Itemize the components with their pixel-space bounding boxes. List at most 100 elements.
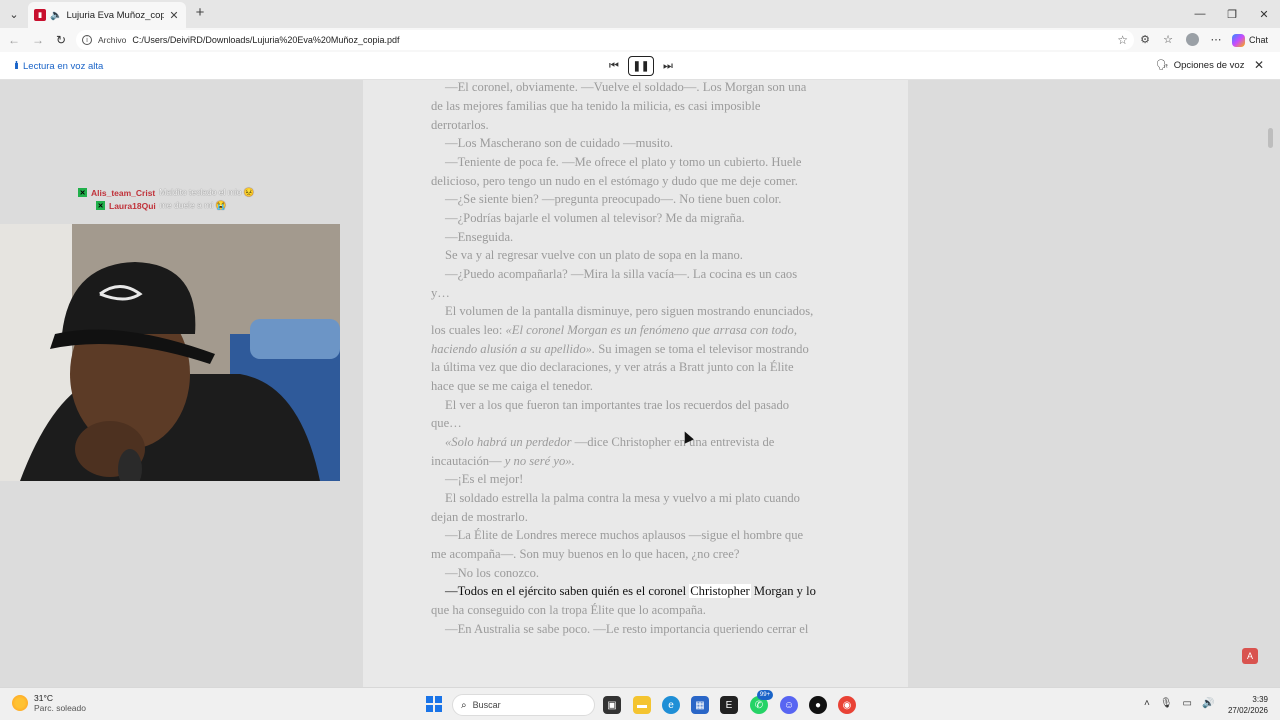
doc-line: incautación— y no seré yo».: [431, 454, 575, 469]
tab-list-icon[interactable]: ⌄: [4, 4, 24, 24]
windows-icon[interactable]: [426, 696, 442, 712]
chat-label: Chat: [1249, 35, 1269, 45]
read-aloud-icon: ıllı: [14, 60, 19, 72]
doc-line: El ver a los que fueron tan importantes …: [445, 398, 790, 412]
doc-fragment: incautación—: [431, 454, 502, 468]
doc-line: —En Australia se sabe poco. —Le resto im…: [445, 622, 809, 636]
file-explorer-icon[interactable]: ▬: [633, 696, 651, 714]
chat-text: Maldito teclado el mio 😣: [159, 187, 255, 197]
doc-line: —Teniente de poca fe. —Me ofrece el plat…: [445, 155, 802, 169]
edge-icon[interactable]: e: [662, 696, 680, 714]
read-aloud-bar: ıllı Lectura en voz alta ⏮ ❚❚ ⏭ 🗣 Opcion…: [0, 52, 1280, 80]
chat-text: me duele a mi 😭: [159, 200, 227, 210]
store-icon[interactable]: ▦: [691, 696, 709, 714]
next-icon[interactable]: ⏭: [660, 58, 676, 74]
chrome-icon[interactable]: ◉: [838, 696, 856, 714]
epic-games-icon[interactable]: E: [720, 696, 738, 714]
favorites-icon[interactable]: ☆: [1161, 33, 1175, 46]
doc-line: que…: [431, 416, 462, 430]
clock[interactable]: 3:39 27/02/2026: [1226, 694, 1268, 716]
close-window-icon[interactable]: ✕: [1248, 0, 1280, 28]
acrobat-icon[interactable]: A: [1242, 648, 1258, 664]
doc-line: —El coronel, obviamente. —Vuelve el sold…: [445, 80, 807, 94]
forward-icon[interactable]: →: [30, 32, 46, 48]
pause-icon[interactable]: ❚❚: [628, 56, 654, 76]
doc-line: hace que se me caiga el tenedor.: [431, 379, 593, 393]
discord-icon[interactable]: ☺: [780, 696, 798, 714]
chat-message: ✕ Laura18Qui me duele a mi 😭: [96, 199, 254, 212]
refresh-icon[interactable]: ↻: [53, 32, 69, 48]
star-icon[interactable]: ☆: [1117, 33, 1128, 47]
doc-line: —¿Se siente bien? —pregunta preocupado—.…: [445, 192, 782, 206]
address-label: Archivo: [98, 35, 127, 45]
restore-icon[interactable]: ❐: [1216, 0, 1248, 28]
doc-fragment-italic: «Solo habrá un perdedor: [445, 435, 572, 449]
doc-fragment: los cuales leo:: [431, 323, 506, 337]
more-icon[interactable]: ⋯: [1209, 33, 1223, 46]
close-read-aloud-icon[interactable]: ✕: [1254, 58, 1264, 72]
doc-line: —No los conozco.: [445, 566, 540, 580]
chat-user: Alis_team_Crist: [91, 187, 156, 198]
scrollbar[interactable]: [1268, 128, 1273, 148]
doc-line: delicioso, pero tengo un nudo en el estó…: [431, 174, 798, 188]
doc-line: haciendo alusión a su apellido». Su imag…: [431, 342, 809, 357]
speaker-icon[interactable]: 🔈: [50, 10, 62, 21]
volume-icon[interactable]: 🔊: [1202, 698, 1214, 709]
url-text[interactable]: C:/Users/DeiviRD/Downloads/Lujuria%20Eva…: [132, 35, 1111, 45]
read-aloud-label: Lectura en voz alta: [23, 60, 104, 72]
browser-tab[interactable]: ▮ 🔈 Lujuria Eva Muñoz_copia.pdf ✕: [28, 2, 186, 28]
doc-fragment: —dice Christopher en una entrevista de: [571, 435, 775, 449]
chevron-up-icon[interactable]: ˄: [1144, 698, 1150, 709]
doc-line-active: —Todos en el ejército saben quién es el …: [445, 584, 816, 599]
doc-line: —La Élite de Londres merece muchos aplau…: [445, 528, 804, 542]
microphone-icon[interactable]: 🎙: [1160, 698, 1173, 709]
stream-chat: ✕ Alis_team_Crist Maldito teclado el mio…: [78, 186, 254, 212]
network-icon[interactable]: ▭: [1183, 698, 1192, 709]
doc-line: —Enseguida.: [445, 230, 514, 244]
doc-line: derrotarlos.: [431, 118, 489, 132]
voice-options-button[interactable]: 🗣 Opciones de voz: [1156, 60, 1244, 71]
previous-icon[interactable]: ⏮: [606, 58, 622, 74]
doc-fragment-italic: «El coronel Morgan es un fenómeno que ar…: [505, 323, 797, 337]
taskbar-search[interactable]: ⌕ Buscar: [452, 694, 595, 716]
doc-line: El volumen de la pantalla disminuye, per…: [445, 304, 814, 318]
pdf-viewer[interactable]: —El coronel, obviamente. —Vuelve el sold…: [0, 80, 1280, 687]
address-bar: ← → ↻ i Archivo C:/Users/DeiviRD/Downloa…: [0, 28, 1280, 52]
extensions-icon[interactable]: ⚙: [1138, 33, 1152, 46]
doc-fragment: —Todos en el ejército saben quién es el …: [445, 584, 690, 598]
webcam-image: [0, 224, 340, 481]
date: 27/02/2026: [1227, 706, 1268, 715]
time: 3:39: [1252, 695, 1268, 704]
sun-icon: [12, 695, 28, 711]
doc-fragment-italic: haciendo alusión a su apellido».: [431, 342, 596, 356]
highlighted-word: Christopher: [689, 584, 751, 598]
doc-line: «Solo habrá un perdedor —dice Christophe…: [445, 435, 774, 450]
doc-line: —Los Mascherano son de cuidado —musito.: [445, 136, 674, 150]
avatar[interactable]: [1186, 33, 1199, 46]
doc-line: —¿Puedo acompañarla? —Mira la silla vací…: [445, 267, 798, 281]
minimize-icon[interactable]: —: [1184, 0, 1216, 28]
chat-button[interactable]: Chat: [1232, 32, 1268, 48]
doc-line: y…: [431, 286, 450, 300]
voice-options-label: Opciones de voz: [1173, 60, 1245, 71]
task-view-icon[interactable]: ▣: [603, 696, 621, 714]
taskbar: 31°C Parc. soleado ⌕ Buscar ▣ ▬ e ▦ E ✆ …: [0, 687, 1280, 720]
close-icon[interactable]: ✕: [168, 9, 180, 22]
plus-icon[interactable]: +: [192, 5, 208, 21]
voice-icon: 🗣: [1156, 60, 1169, 71]
search-icon: ⌕: [461, 699, 467, 711]
doc-line: me acompaña—. Son muy buenos en lo que h…: [431, 547, 740, 561]
media-app-icon[interactable]: ●: [809, 696, 827, 714]
address-input[interactable]: i Archivo C:/Users/DeiviRD/Downloads/Luj…: [76, 30, 1134, 50]
temperature: 31°C: [34, 693, 53, 703]
info-icon[interactable]: i: [82, 35, 92, 45]
read-aloud-title: ıllı Lectura en voz alta: [14, 60, 103, 72]
badge-icon: ✕: [78, 188, 87, 197]
doc-fragment-italic: y no seré yo».: [501, 454, 575, 468]
copilot-icon: [1232, 33, 1245, 47]
doc-fragment: Su imagen se toma el televisor mostrando: [595, 342, 809, 356]
back-icon[interactable]: ←: [6, 32, 22, 48]
window-controls: — ❐ ✕: [1184, 0, 1280, 28]
doc-line: de las mejores familias que ha tenido la…: [431, 99, 761, 113]
weather-widget[interactable]: 31°C Parc. soleado: [12, 693, 86, 713]
